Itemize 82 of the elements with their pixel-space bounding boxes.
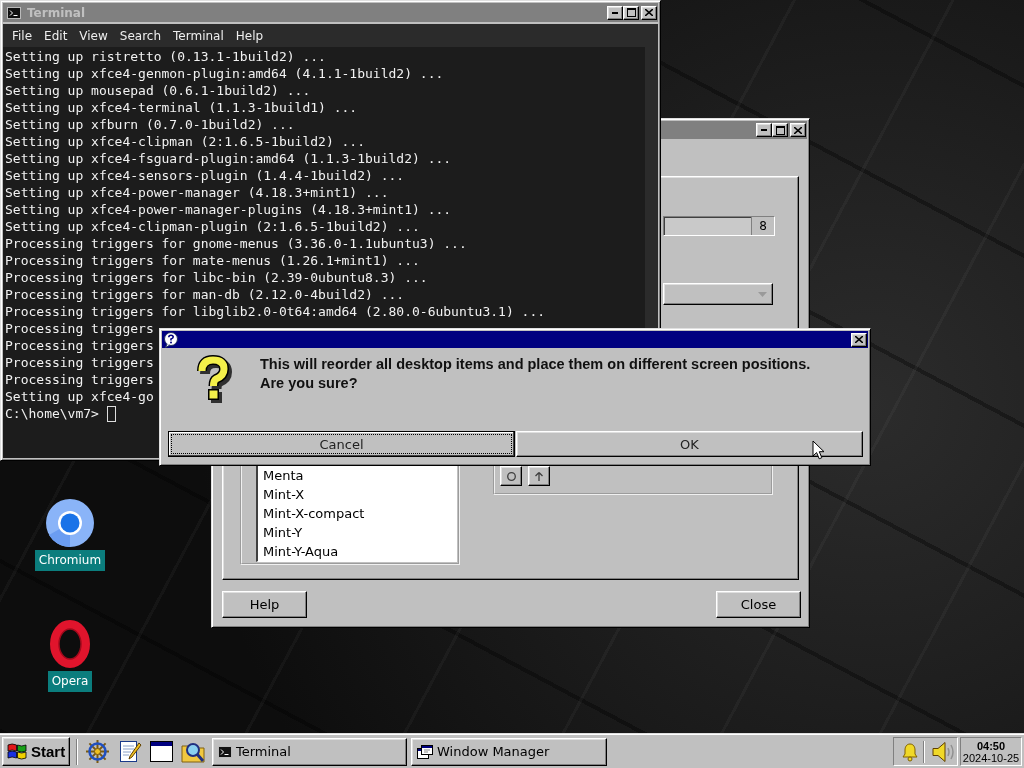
maximize-icon xyxy=(626,8,636,17)
dialog-button[interactable]: OK xyxy=(516,431,863,457)
speaker-icon[interactable] xyxy=(931,739,957,764)
terminal-icon xyxy=(7,6,21,19)
maximize-icon xyxy=(775,125,785,135)
notepad-icon[interactable] xyxy=(117,739,142,764)
terminal-prompt: C:\home\vm7> xyxy=(5,405,99,422)
window-icon xyxy=(417,744,433,759)
list-item[interactable]: Menta xyxy=(260,466,307,485)
start-button[interactable]: Start xyxy=(2,737,70,766)
minimize-icon xyxy=(612,11,618,14)
terminal-line: Processing triggers for mate-menus (1.26.1+mint1) ... xyxy=(5,252,420,269)
window-title: Terminal xyxy=(27,5,86,20)
number-field[interactable]: 8 xyxy=(663,216,775,236)
minimize-button[interactable] xyxy=(607,5,623,20)
flag-icon xyxy=(6,741,28,762)
menu-item[interactable]: Terminal xyxy=(167,26,230,45)
terminal-line: Processing triggers for libc-bin (2.39-0ubuntu8.3) ... xyxy=(5,269,428,286)
terminal-line: Processing triggers xyxy=(5,320,154,337)
dialog-button[interactable]: Help xyxy=(222,591,307,618)
clock-date: 2024-10-25 xyxy=(962,751,1020,764)
terminal-line: Setting up xfburn (0.7.0-1build2) ... xyxy=(5,116,295,133)
icon-button[interactable] xyxy=(528,466,550,486)
terminal-icon xyxy=(218,745,232,758)
oval-ring-icon xyxy=(50,620,90,668)
mouse-pointer-icon xyxy=(812,440,825,460)
dot-ring-icon xyxy=(46,499,94,547)
up-arrow-icon xyxy=(535,471,543,481)
terminal-line: Processing triggers xyxy=(5,371,154,388)
caret-icon xyxy=(758,291,767,297)
terminal-line: Setting up xfce4-power-manager-plugins (4.18.3+mint1) ... xyxy=(5,201,452,218)
terminal-line: Processing triggers xyxy=(5,337,154,354)
clock-time: 04:50 xyxy=(976,739,1006,752)
dialog-message: This will reorder all desktop items and place them on different screen positions. xyxy=(260,355,811,374)
terminal-line: Setting up xfce4-fsguard-plugin:amd64 (1.1.3-1build2) ... xyxy=(5,150,452,167)
close-button[interactable] xyxy=(790,123,806,137)
terminal-line: Setting up xfce4-clipman (2:1.6.5-1build2) ... xyxy=(5,133,366,150)
close-button[interactable] xyxy=(851,332,867,347)
menu-item[interactable]: View xyxy=(73,26,114,45)
menu-item[interactable]: Edit xyxy=(38,26,74,45)
terminal-line: Processing triggers for man-db (2.12.0-4build2) ... xyxy=(5,286,405,303)
icon-label[interactable]: Chromium xyxy=(34,550,106,571)
terminal-line: Setting up xfce4-clipman-plugin (2:1.6.5-1build2) ... xyxy=(5,218,420,235)
terminal-line: Setting up xfce4-genmon-plugin:amd64 (4.1.1-1build2) ... xyxy=(5,65,444,82)
circle-icon xyxy=(506,471,516,481)
list-item[interactable]: Mint-Y xyxy=(260,523,306,542)
list-item[interactable]: Mint-X-compact xyxy=(260,504,368,523)
menu-item[interactable]: File xyxy=(6,26,39,45)
terminal-line: Processing triggers for gnome-menus (3.36.0-1.1ubuntu3) ... xyxy=(5,235,467,252)
dropdown-field[interactable] xyxy=(663,283,773,305)
terminal-line: Setting up xfce4-sensors-plugin (1.4.4-1build2) ... xyxy=(5,167,405,184)
maximize-button[interactable] xyxy=(623,5,639,20)
close-button[interactable] xyxy=(641,5,657,20)
bell-icon[interactable] xyxy=(900,741,920,762)
close-icon xyxy=(855,336,863,343)
dialog-message: Are you sure? xyxy=(260,374,358,393)
block-cursor-icon xyxy=(106,405,116,422)
menu-item[interactable]: Search xyxy=(113,26,168,45)
close-icon xyxy=(645,9,653,16)
close-icon xyxy=(794,126,802,134)
list-item[interactable]: Mint-Y-Aqua xyxy=(260,542,342,561)
icon-button[interactable] xyxy=(500,466,522,486)
taskbar-button[interactable]: Terminal xyxy=(212,737,407,766)
icon-label[interactable]: Opera xyxy=(47,671,93,692)
dialog-button[interactable]: Close xyxy=(716,591,801,618)
terminal-line: Processing triggers for libglib2.0-0t64:amd64 (2.80.0-6ubuntu3.1) ... xyxy=(5,303,546,320)
maximize-button[interactable] xyxy=(772,123,788,137)
menu-item[interactable]: Help xyxy=(229,26,270,45)
terminal-line: Processing triggers xyxy=(5,354,154,371)
dialog-button[interactable]: Cancel xyxy=(168,431,515,457)
ship-wheel-icon[interactable] xyxy=(85,739,110,764)
minimize-icon xyxy=(761,129,767,131)
terminal-line: Setting up xfce4-go xyxy=(5,388,154,405)
terminal-line: Setting up xfce4-power-manager (4.18.3+mint1) ... xyxy=(5,184,389,201)
terminal-line: Setting up mousepad (0.6.1-1build2) ... xyxy=(5,82,311,99)
list-box[interactable]: Menta Mint-X Mint-X-compact Mint-Y Mint-Y-Aqua xyxy=(256,466,457,562)
list-item[interactable]: Mint-X xyxy=(260,485,308,504)
terminal-line: Setting up ristretto (0.13.1-1build2) ... xyxy=(5,48,326,65)
minimize-button[interactable] xyxy=(756,123,772,137)
window-icon[interactable] xyxy=(149,739,174,764)
taskbar-button[interactable]: Window Manager xyxy=(411,737,607,766)
terminal-line: Setting up xfce4-terminal (1.1.3-1build1) ... xyxy=(5,99,358,116)
